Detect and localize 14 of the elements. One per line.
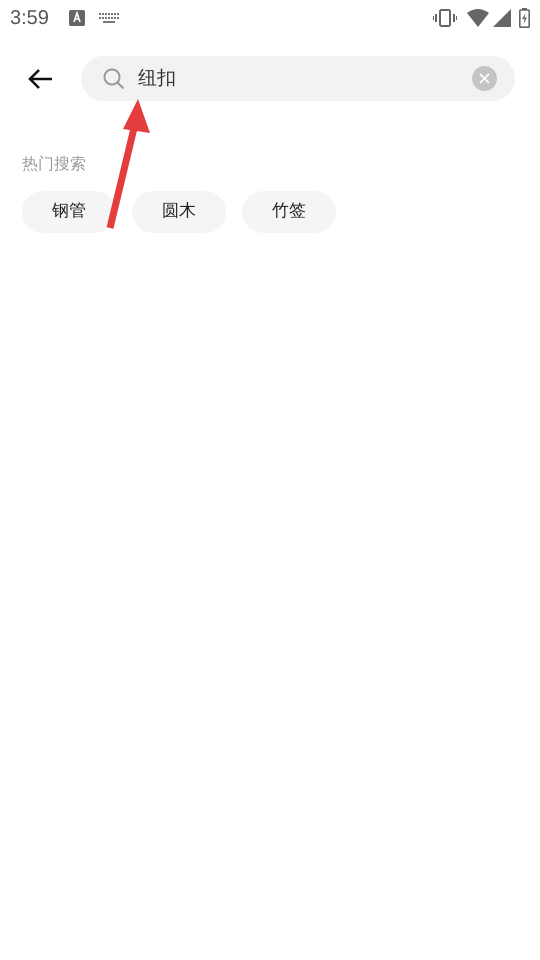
status-time: 3:59 [10,6,49,31]
keyboard-letter-icon [68,10,85,26]
hot-search-tag[interactable]: 圆木 [132,191,226,233]
hot-search-tag[interactable]: 竹签 [242,191,336,233]
hot-search-title: 热门搜索 [22,153,87,175]
search-bar[interactable]: 纽扣 [81,56,515,101]
vibrate-icon [433,9,457,27]
close-icon [479,73,490,84]
wifi-icon [467,9,489,27]
battery-icon [519,8,530,28]
keyboard-icon [98,13,119,23]
search-input[interactable]: 纽扣 [138,64,472,93]
signal-icon [493,9,511,27]
search-icon [103,68,125,90]
